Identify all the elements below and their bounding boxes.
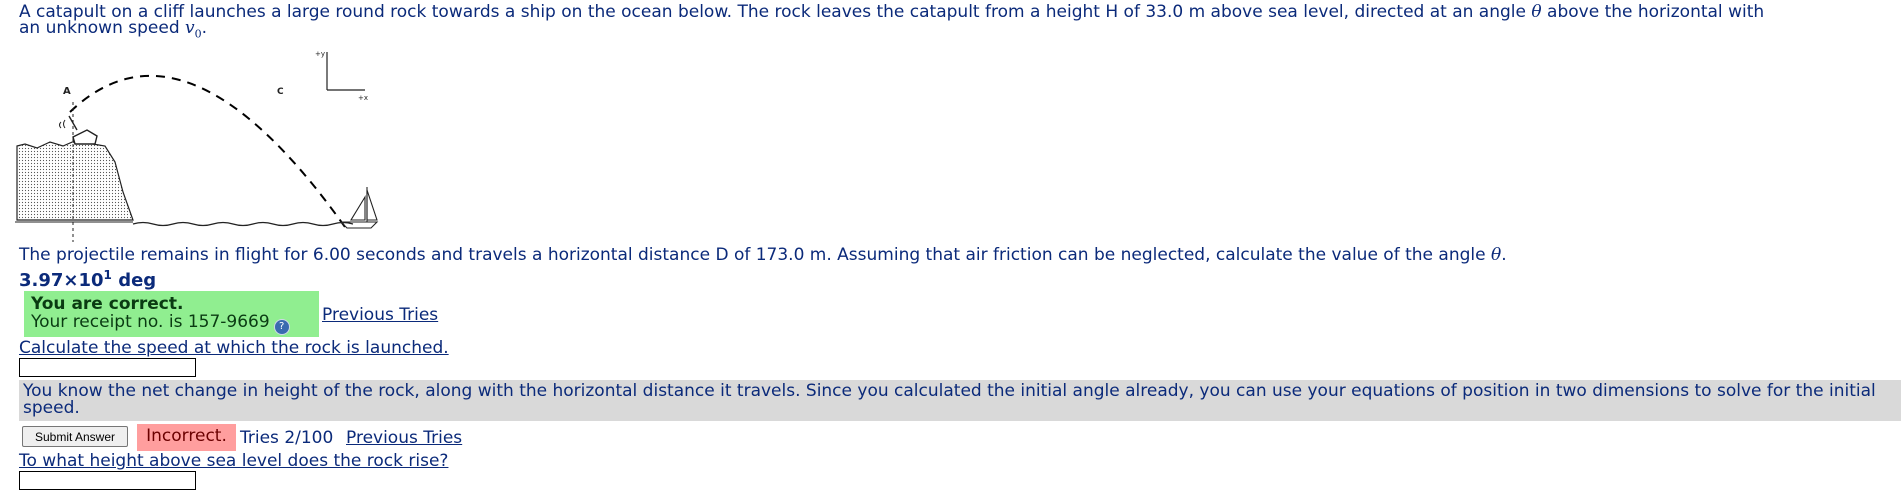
height-answer-input[interactable]: [19, 471, 196, 490]
submit-answer-button[interactable]: Submit Answer: [22, 426, 128, 447]
hint-box: You know the net change in height of the…: [19, 380, 1901, 421]
theta-symbol: θ: [1531, 2, 1542, 22]
previous-tries-link[interactable]: Previous Tries: [322, 305, 438, 325]
cliff-icon: [16, 139, 134, 221]
help-icon[interactable]: ?: [273, 319, 290, 335]
catapult-figure: +y +x A B C: [15, 42, 379, 242]
receipt-text: Your receipt no. is 157-9669: [31, 312, 270, 332]
theta-symbol: θ: [1490, 245, 1502, 265]
label-y-axis: +y: [315, 50, 325, 58]
label-a: A: [63, 86, 71, 97]
label-c: C: [277, 87, 284, 97]
question-angle: The projectile remains in flight for 6.0…: [19, 245, 1507, 265]
sea-line: [132, 221, 354, 227]
intro-line2-end: .: [201, 18, 208, 38]
speed-answer-input[interactable]: [19, 358, 196, 377]
correct-feedback: You are correct. Your receipt no. is 157…: [24, 291, 319, 337]
intro-line1: A catapult on a cliff launches a large r…: [19, 2, 1526, 22]
previous-tries-link[interactable]: Previous Tries: [346, 428, 462, 448]
problem-statement: A catapult on a cliff launches a large r…: [19, 4, 1764, 42]
intro-line1-end: above the horizontal with: [1547, 2, 1765, 22]
incorrect-badge: Incorrect.: [137, 424, 236, 451]
label-b: B: [181, 42, 187, 44]
axes-icon: [326, 52, 365, 91]
tries-count: Tries 2/100: [240, 428, 334, 448]
question-max-height: To what height above sea level does the …: [19, 451, 449, 471]
sailboat-icon: [339, 187, 379, 229]
label-x-axis: +x: [358, 94, 368, 102]
v0-symbol: v0: [185, 18, 202, 41]
intro-line2: an unknown speed: [19, 18, 180, 38]
question-speed: Calculate the speed at which the rock is…: [19, 338, 449, 358]
submitted-answer: 3.97×101 deg: [19, 268, 157, 291]
catapult-icon: [59, 115, 98, 145]
correct-title: You are correct.: [31, 294, 184, 314]
